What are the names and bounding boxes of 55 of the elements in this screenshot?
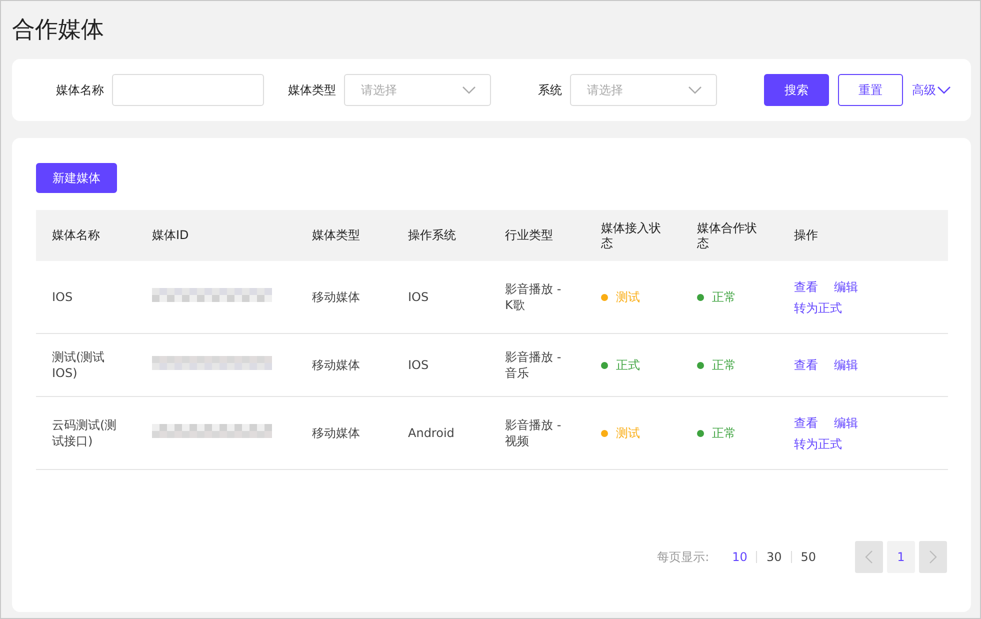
chevron-left-icon — [865, 550, 873, 564]
chevron-down-icon — [937, 86, 951, 94]
action-link[interactable]: 查看 — [794, 278, 818, 294]
table-cell: IOS — [392, 334, 489, 396]
action-link[interactable]: 编辑 — [834, 278, 858, 294]
column-header: 媒体ID — [136, 210, 296, 261]
column-header: 操作 — [778, 210, 948, 261]
chevron-down-icon — [462, 86, 476, 94]
action-link[interactable]: 查看 — [794, 414, 818, 430]
action-link[interactable]: 编辑 — [834, 357, 858, 373]
table-cell: 移动媒体 — [296, 396, 392, 470]
chevron-down-icon — [688, 86, 702, 94]
table-cell: Android — [392, 396, 489, 470]
column-header: 媒体合作状态 — [681, 210, 778, 261]
filter-label: 媒体名称 — [56, 82, 104, 98]
status-text: 正常 — [712, 289, 736, 306]
chevron-right-icon — [929, 550, 937, 564]
action-link[interactable]: 查看 — [794, 357, 818, 373]
action-link[interactable]: 转为正式 — [794, 300, 842, 316]
column-header: 媒体名称 — [36, 210, 136, 261]
status-text: 正常 — [712, 425, 736, 442]
table-cell: 影音播放 - K歌 — [489, 261, 585, 334]
table-cell: 移动媒体 — [296, 261, 392, 334]
page-size-label: 每页显示: — [657, 548, 710, 566]
search-button[interactable]: 搜索 — [764, 74, 830, 106]
previous-page-button[interactable] — [855, 541, 883, 573]
page-size-option[interactable]: 50 — [792, 550, 825, 564]
page-size-option[interactable]: 30 — [757, 550, 791, 564]
table-cell: 移动媒体 — [296, 334, 392, 396]
status-text: 正式 — [616, 357, 640, 374]
input-field[interactable] — [112, 74, 264, 106]
table-cell: 影音播放 - 视频 — [489, 396, 585, 470]
table-cell: IOS — [392, 261, 489, 334]
action-link[interactable]: 转为正式 — [794, 436, 842, 452]
action-link[interactable]: 编辑 — [834, 414, 858, 430]
status-text: 测试 — [616, 289, 640, 306]
advanced-link[interactable]: 高级 — [912, 82, 951, 98]
status-text: 测试 — [616, 425, 640, 442]
page-button[interactable]: 1 — [887, 541, 915, 573]
page-size-option[interactable]: 10 — [723, 550, 756, 564]
reset-button[interactable]: 重置 — [838, 74, 903, 106]
column-header: 媒体接入状态 — [585, 210, 681, 261]
column-header: 操作系统 — [392, 210, 489, 261]
new-media-button[interactable]: 新建媒体 — [36, 163, 117, 193]
next-page-button[interactable] — [919, 541, 947, 573]
table-cell: 云码测试(测试接口) — [36, 396, 136, 470]
table-cell: IOS — [36, 261, 136, 334]
page-title: 合作媒体 — [12, 16, 105, 45]
filter-label: 系统 — [538, 82, 562, 98]
status-text: 正常 — [712, 357, 736, 374]
column-header: 行业类型 — [489, 210, 585, 261]
table-cell: 测试(测试IOS) — [36, 334, 136, 396]
column-header: 媒体类型 — [296, 210, 392, 261]
table-cell: 影音播放 - 音乐 — [489, 334, 585, 396]
filter-label: 媒体类型 — [288, 82, 336, 98]
